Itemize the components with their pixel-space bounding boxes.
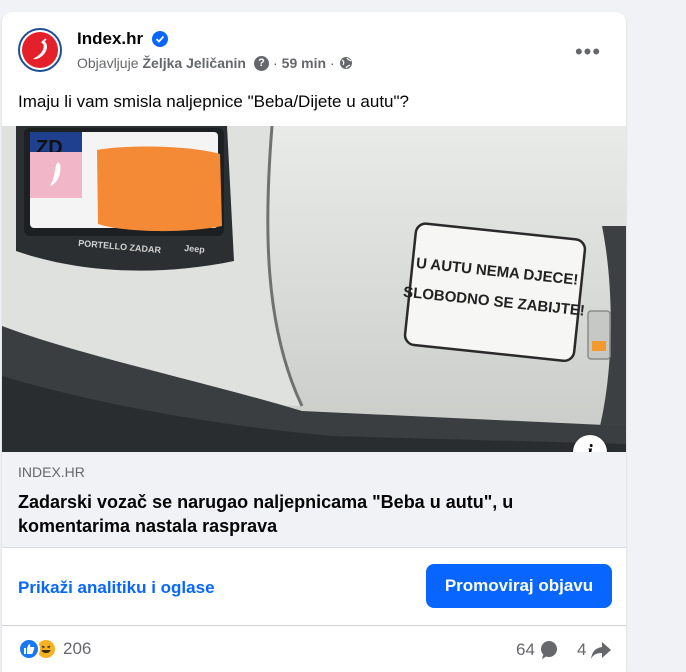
share-icon <box>591 642 612 659</box>
promote-button[interactable]: Promoviraj objavu <box>426 564 612 608</box>
page-name[interactable]: Index.hr <box>77 29 143 49</box>
page-avatar[interactable] <box>18 28 62 72</box>
shares-stat[interactable]: 4 <box>577 640 612 660</box>
post-stats: 206 64 4 <box>2 626 626 672</box>
post-actions: Prikaži analitiku i oglase Promoviraj ob… <box>2 548 626 626</box>
link-preview[interactable]: INDEX.HR Zadarski vozač se narugao nalje… <box>2 452 626 548</box>
meta-separator-2: · <box>330 55 335 71</box>
reactions-summary[interactable]: 206 <box>18 638 91 660</box>
index-logo-icon <box>22 32 58 68</box>
post-image[interactable]: ZD PORTELLO ZADAR Jeep U AUTU NEMA DJECE… <box>2 126 626 452</box>
like-icon <box>18 638 40 660</box>
post-meta: Objavljuje Željka Jeličanin ? · 59 min · <box>77 55 353 71</box>
verified-icon <box>152 31 168 47</box>
car-photo: ZD PORTELLO ZADAR Jeep U AUTU NEMA DJECE… <box>2 126 626 452</box>
help-icon[interactable]: ? <box>253 55 269 71</box>
more-icon[interactable]: ••• <box>570 34 606 70</box>
post-header: Index.hr Objavljuje Željka Jeličanin ? ·… <box>2 12 626 92</box>
author-name[interactable]: Željka Jeličanin <box>142 55 246 71</box>
link-domain: INDEX.HR <box>18 464 85 480</box>
published-by-label: Objavljuje <box>77 55 139 71</box>
post-card: Index.hr Objavljuje Željka Jeličanin ? ·… <box>2 12 626 672</box>
globe-icon <box>339 57 352 69</box>
meta-separator: · <box>272 55 278 71</box>
analytics-link[interactable]: Prikaži analitiku i oglase <box>18 578 215 598</box>
jeep-badge: Jeep <box>184 243 206 255</box>
post-time[interactable]: 59 min <box>282 55 326 71</box>
link-title[interactable]: Zadarski vozač se narugao naljepnicama "… <box>18 490 598 538</box>
comment-icon <box>540 641 557 659</box>
post-text: Imaju li vam smisla naljepnice "Beba/Dij… <box>18 92 409 111</box>
shares-count: 4 <box>577 640 587 659</box>
comments-count: 64 <box>516 640 535 659</box>
reactions-count: 206 <box>63 639 92 658</box>
comments-stat[interactable]: 64 <box>516 640 559 660</box>
